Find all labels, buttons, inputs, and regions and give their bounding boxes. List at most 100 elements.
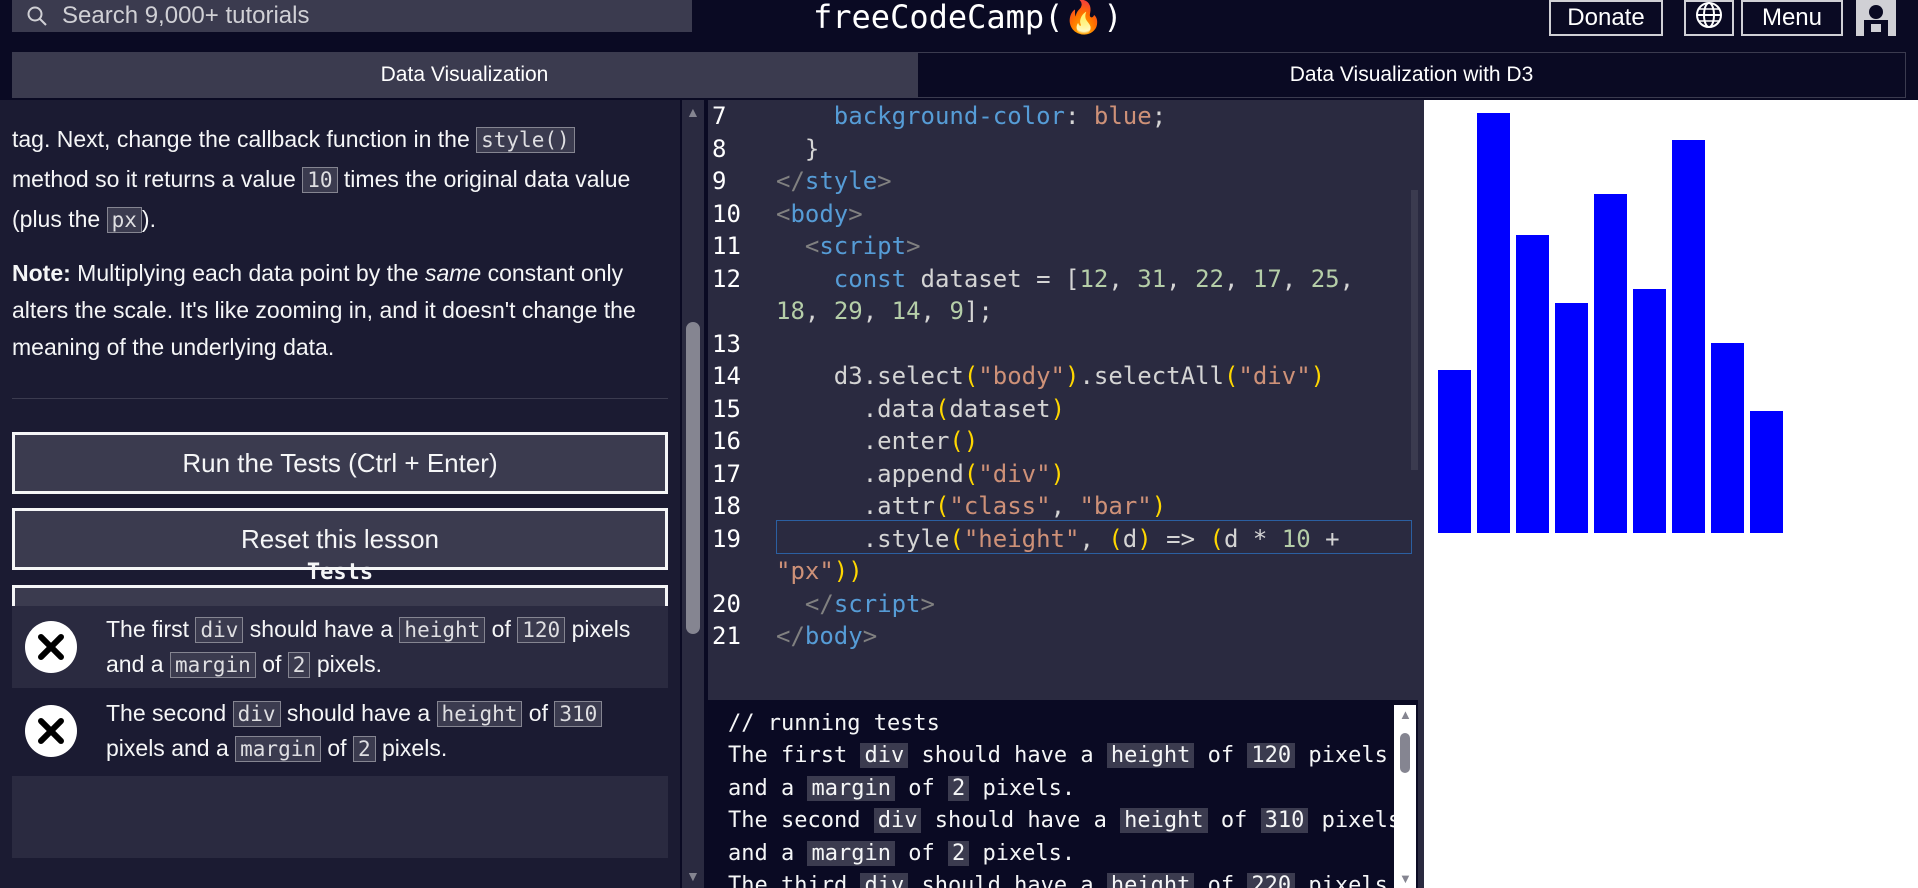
note-paragraph: Note: Multiplying each data point by the… <box>12 260 636 360</box>
avatar[interactable] <box>1856 0 1896 36</box>
code-text: <body> <box>776 199 863 228</box>
console-scrollbar[interactable]: ▲ ▼ <box>1394 705 1416 888</box>
console-text: and a <box>728 840 808 866</box>
test-description: The second div should have a height of 3… <box>106 696 656 766</box>
console-code: height <box>1106 743 1195 768</box>
note-emphasis: same <box>424 260 482 286</box>
line-number: 19 <box>712 524 741 553</box>
instructions-pane: tag. Next, change the callback function … <box>0 100 680 888</box>
test-description: The first div should have a height of 12… <box>106 616 631 678</box>
code-line[interactable]: 20 </script> <box>708 590 1408 622</box>
code-line[interactable]: 17 .append("div") <box>708 460 1408 492</box>
code-text: 18, 29, 14, 9]; <box>776 297 993 325</box>
console-code: height <box>1106 873 1195 888</box>
code-text: </style> <box>776 167 892 195</box>
code-line[interactable]: 10 <body> <box>708 200 1408 232</box>
code-text: .attr("class", "bar") <box>776 492 1167 520</box>
scrollbar-thumb[interactable] <box>686 322 700 634</box>
console-text: of <box>1194 873 1248 888</box>
code-text: </script> <box>804 589 935 618</box>
run-tests-button[interactable]: Run the Tests (Ctrl + Enter) <box>12 432 668 494</box>
console-text: The first <box>728 743 861 768</box>
code-text: const dataset = [12, 31, 22, 17, 25, <box>833 264 1355 293</box>
divider <box>12 398 668 399</box>
code-line[interactable]: 11 <script> <box>708 232 1408 264</box>
code-line[interactable]: 12 const dataset = [12, 31, 22, 17, 25, <box>708 265 1408 297</box>
console-code: div <box>860 873 909 888</box>
breadcrumb: Data Visualization Data Visualization wi… <box>12 52 1906 98</box>
console-code: margin <box>807 840 895 866</box>
code-line[interactable]: 18, 29, 14, 9]; <box>708 297 1408 329</box>
console-text: should have a <box>921 808 1121 833</box>
line-number: 8 <box>712 134 727 163</box>
code-line[interactable]: 7 background-color: blue; <box>708 102 1408 134</box>
code-line[interactable]: 13 <box>708 330 1408 362</box>
console-header: // running tests <box>728 711 940 736</box>
console-line: and a margin of 2 pixels. <box>728 840 1075 866</box>
console-code: 310 <box>1260 808 1309 833</box>
scroll-down-icon[interactable]: ▼ <box>1399 871 1412 886</box>
chart-bar <box>1750 411 1783 533</box>
search-icon <box>26 5 48 27</box>
console-text: and a <box>728 775 808 801</box>
donate-button[interactable]: Donate <box>1549 0 1663 36</box>
code-line[interactable]: 9 </style> <box>708 167 1408 199</box>
search-placeholder: Search 9,000+ tutorials <box>62 2 310 29</box>
breadcrumb-superblock[interactable]: Data Visualization <box>12 52 917 98</box>
line-number: 15 <box>712 394 741 423</box>
scroll-up-icon[interactable]: ▲ <box>1399 707 1412 722</box>
code-text: d3.select("body").selectAll("div") <box>776 362 1326 390</box>
code-text: "px")) <box>776 557 863 585</box>
line-number: 11 <box>712 232 741 260</box>
console-text: of <box>1207 808 1261 833</box>
line-number: 13 <box>712 329 741 358</box>
console-text: should have a <box>908 873 1107 888</box>
top-navbar: Search 9,000+ tutorials freeCodeCamp(🔥) … <box>0 0 1918 38</box>
line-number: 18 <box>712 492 741 520</box>
code-line[interactable]: 8 } <box>708 135 1408 167</box>
code-line[interactable]: 21 </body> <box>708 622 1408 654</box>
chart-bar <box>1711 343 1744 533</box>
code-line[interactable]: 18 .attr("class", "bar") <box>708 492 1408 524</box>
note-label: Note: <box>12 260 71 286</box>
code-line[interactable]: 19 .style("height", (d) => (d * 10 + <box>708 525 1408 557</box>
console-code: height <box>1120 808 1208 833</box>
console-text: pixels <box>1295 873 1388 888</box>
breadcrumb-block[interactable]: Data Visualization with D3 <box>917 52 1906 98</box>
search-bar[interactable]: Search 9,000+ tutorials <box>12 0 692 32</box>
code-text: </body> <box>776 622 878 650</box>
code-line[interactable]: 14 d3.select("body").selectAll("div") <box>708 362 1408 394</box>
console-line: The second div should have a height of 3… <box>728 808 1401 833</box>
chart-bar <box>1633 289 1666 533</box>
console-code: div <box>873 808 922 833</box>
test-item <box>12 776 668 858</box>
line-number: 14 <box>712 362 741 390</box>
code-px: px <box>106 207 142 233</box>
console-text: of <box>894 840 948 866</box>
code-text: .style("height", (d) => (d * 10 + <box>776 524 1340 553</box>
code-line[interactable]: "px")) <box>708 557 1408 589</box>
code-text: <script> <box>804 232 921 260</box>
code-line[interactable]: 15 .data(dataset) <box>708 395 1408 427</box>
scroll-down-icon[interactable]: ▼ <box>686 868 700 884</box>
console-code: 220 <box>1247 873 1296 888</box>
line-number: 10 <box>712 199 741 228</box>
console-code: 2 <box>947 840 970 866</box>
line-number: 7 <box>712 102 727 130</box>
chart-bar <box>1477 112 1510 533</box>
language-button[interactable] <box>1684 0 1734 36</box>
chart-bar <box>1438 370 1471 533</box>
code-text: .data(dataset) <box>776 394 1066 423</box>
chart-bar <box>1672 140 1705 533</box>
chart-bar <box>1594 194 1627 533</box>
code-line[interactable]: 16 .enter() <box>708 427 1408 459</box>
code-10: 10 <box>302 167 338 193</box>
chart-bar <box>1516 234 1549 533</box>
instructions-scrollbar[interactable]: ▲ ▼ <box>682 100 704 888</box>
chart-bar <box>1555 302 1588 533</box>
scroll-up-icon[interactable]: ▲ <box>686 104 700 120</box>
menu-button[interactable]: Menu <box>1741 0 1843 36</box>
console-scrollbar-thumb[interactable] <box>1400 733 1410 773</box>
freecodecamp-logo[interactable]: freeCodeCamp(🔥) <box>813 0 1123 36</box>
code-editor[interactable]: 7 background-color: blue; 8 } 9 </style> 10 <… <box>708 100 1418 700</box>
